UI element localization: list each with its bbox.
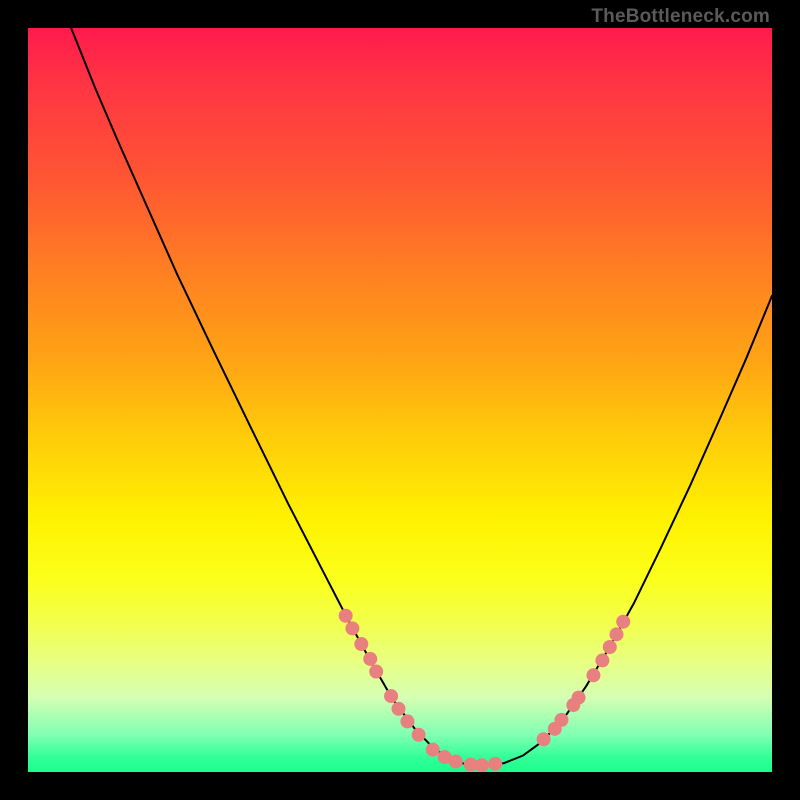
highlight-dot-left: [392, 702, 406, 716]
watermark-label: TheBottleneck.com: [591, 6, 770, 28]
highlight-dot-left: [475, 758, 489, 772]
highlight-dot-left: [426, 743, 440, 757]
highlight-dot-left: [412, 728, 426, 742]
bottleneck-curve-chart: [28, 28, 772, 772]
highlight-dot-right: [586, 668, 600, 682]
highlight-dot-left: [488, 757, 502, 771]
gradient-plot-area: [28, 28, 772, 772]
highlight-dot-left: [354, 637, 368, 651]
highlight-dot-right: [610, 627, 624, 641]
highlight-dot-left: [339, 609, 353, 623]
highlight-dot-left: [449, 755, 463, 769]
highlight-dot-right: [554, 713, 568, 727]
highlight-dot-right: [595, 653, 609, 667]
highlight-dot-right: [616, 615, 630, 629]
highlight-dot-left: [384, 689, 398, 703]
highlight-dot-right: [537, 732, 551, 746]
highlight-dot-right: [572, 691, 586, 705]
highlight-dot-left: [400, 714, 414, 728]
highlight-dot-left: [369, 665, 383, 679]
bottleneck-curve: [71, 28, 772, 765]
highlight-dot-left: [345, 621, 359, 635]
highlight-dot-left: [363, 652, 377, 666]
highlight-dot-right: [603, 640, 617, 654]
